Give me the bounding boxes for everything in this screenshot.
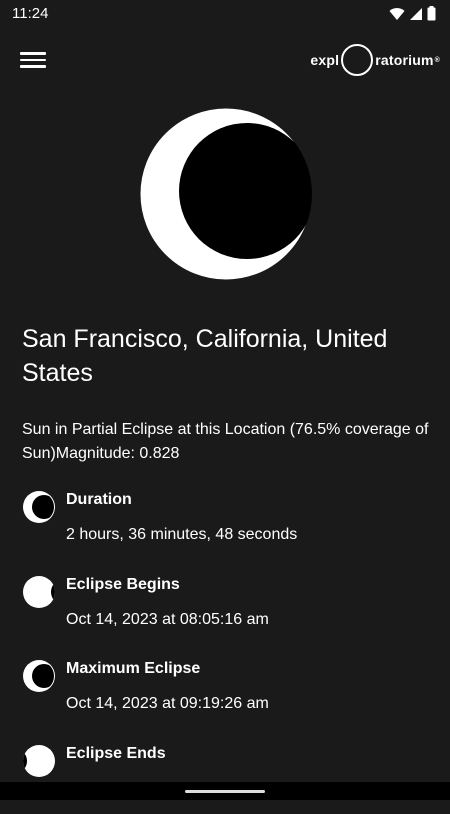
logo-ring-icon bbox=[341, 44, 374, 76]
status-bar: 11:24 bbox=[0, 0, 450, 28]
battery-icon bbox=[427, 6, 436, 21]
status-icons bbox=[389, 6, 436, 21]
event-eclipse-ends: Eclipse Ends bbox=[22, 744, 432, 814]
logo-text-left: expl bbox=[310, 52, 340, 68]
event-label: Maximum Eclipse bbox=[66, 660, 201, 677]
event-label: Eclipse Begins bbox=[66, 576, 180, 593]
eclipse-summary: Sun in Partial Eclipse at this Location … bbox=[22, 421, 429, 462]
navigation-bar bbox=[0, 782, 450, 800]
home-gesture-handle[interactable] bbox=[185, 790, 265, 793]
eclipse-image bbox=[139, 107, 313, 281]
exploratorium-logo[interactable]: expl ratorium ® bbox=[310, 40, 440, 80]
location-title: San Francisco, California, United States bbox=[22, 325, 388, 387]
signal-icon bbox=[410, 7, 422, 20]
crescent-icon bbox=[23, 491, 55, 523]
logo-text-right: ratorium bbox=[375, 52, 434, 68]
event-value: Oct 14, 2023 at 08:05:16 am bbox=[66, 611, 269, 628]
event-value: 2 hours, 36 minutes, 48 seconds bbox=[66, 526, 298, 543]
event-eclipse-begins: Eclipse Begins Oct 14, 2023 at 08:05:16 … bbox=[22, 575, 432, 645]
logo-registered-mark: ® bbox=[434, 56, 440, 64]
event-label: Duration bbox=[66, 491, 132, 508]
crescent-icon bbox=[23, 660, 55, 692]
event-value: Oct 14, 2023 at 09:19:26 am bbox=[66, 695, 269, 712]
event-maximum-eclipse: Maximum Eclipse Oct 14, 2023 at 09:19:26… bbox=[22, 659, 432, 729]
event-duration: Duration 2 hours, 36 minutes, 48 seconds bbox=[22, 490, 432, 560]
eclipse-end-icon bbox=[23, 745, 55, 777]
menu-button[interactable] bbox=[20, 48, 46, 72]
wifi-icon bbox=[389, 7, 405, 20]
event-label: Eclipse Ends bbox=[66, 745, 166, 762]
status-time: 11:24 bbox=[12, 5, 49, 22]
eclipse-begin-icon bbox=[23, 576, 55, 608]
